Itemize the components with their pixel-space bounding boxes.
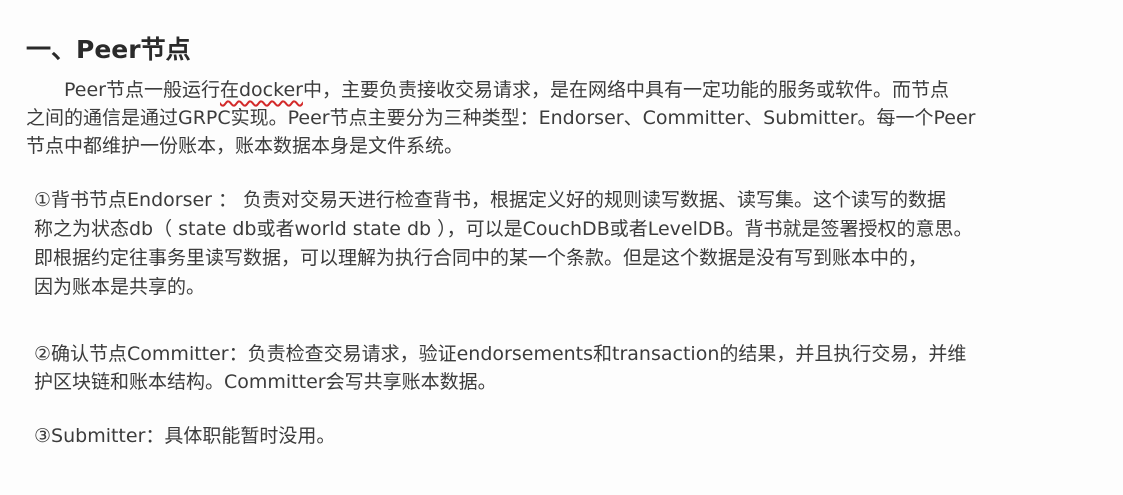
intro-line-1: Peer节点一般运行在docker中，主要负责接收交易请求，是在网络中具有一定功…	[26, 76, 1111, 104]
intro-line-3: 节点中都维护一份账本，账本数据本身是文件系统。	[26, 135, 464, 157]
endorser-line-3: 即根据约定往事务里读写数据，可以理解为执行合同中的某一个条款。但是这个数据是没有…	[34, 247, 928, 269]
endorser-line-1: ①背书节点Endorser ： 负责对交易天进行检查背书，根据定义好的规则读写数…	[34, 189, 947, 211]
intro-paragraph: Peer节点一般运行在docker中，主要负责接收交易请求，是在网络中具有一定功…	[26, 76, 1111, 160]
intro-line-1-post: 中，主要负责接收交易请求，是在网络中具有一定功能的服务或软件。而节点	[302, 79, 949, 101]
endorser-line-4: 因为账本是共享的。	[34, 276, 206, 298]
submitter-line-1: ③Submitter：具体职能暂时没用。	[34, 425, 336, 447]
committer-line-1: ②确认节点Committer：负责检查交易请求，验证endorsements和t…	[34, 343, 967, 365]
committer-line-2: 护区块链和账本结构。Committer会写共享账本数据。	[34, 371, 497, 393]
section-heading: 一、Peer节点	[26, 35, 191, 64]
endorser-item: ①背书节点Endorser ： 负责对交易天进行检查背书，根据定义好的规则读写数…	[34, 186, 1114, 302]
committer-item: ②确认节点Committer：负责检查交易请求，验证endorsements和t…	[34, 340, 1114, 396]
intro-line-2: 之间的通信是通过GRPC实现。Peer节点主要分为三种类型：Endorser、C…	[26, 107, 976, 129]
submitter-item: ③Submitter：具体职能暂时没用。	[34, 422, 1114, 450]
spellcheck-underline: 在docker	[219, 79, 303, 101]
endorser-line-2: 称之为状态db（ state db或者world state db ），可以是C…	[34, 218, 973, 240]
document-page: 一、Peer节点 Peer节点一般运行在docker中，主要负责接收交易请求，是…	[0, 0, 1123, 495]
intro-line-1-pre: Peer节点一般运行	[64, 79, 220, 101]
